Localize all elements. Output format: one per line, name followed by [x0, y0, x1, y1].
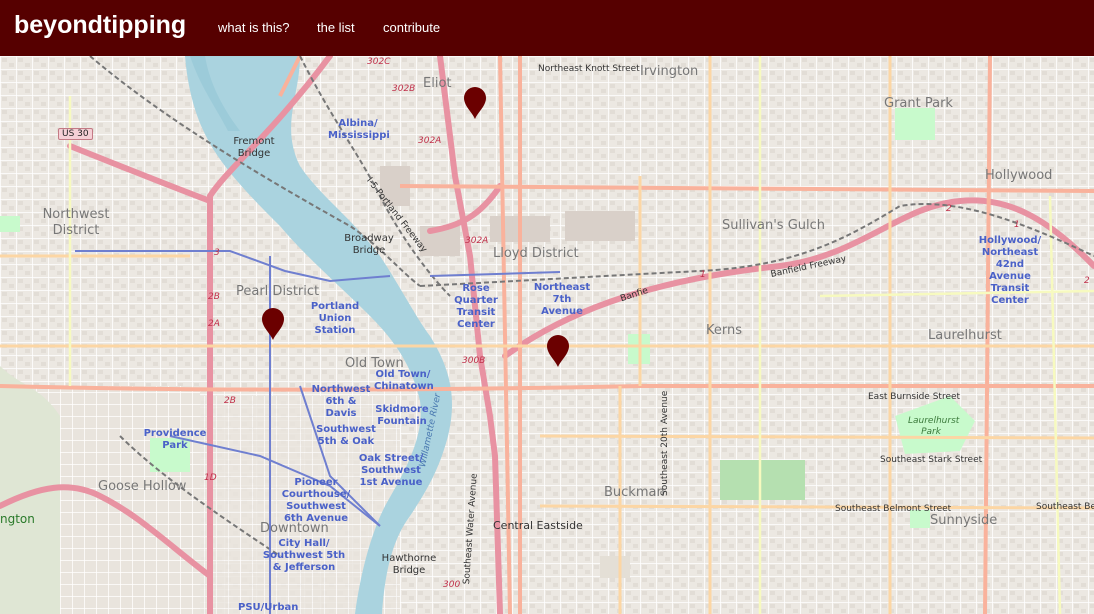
transit-label: Rose Quarter Transit Center [454, 283, 498, 330]
route-number: 2B [224, 396, 236, 406]
place-label: Central Eastside [493, 519, 583, 532]
transit-label: Portland Union Station [310, 301, 360, 336]
street-label: East Burnside Street [868, 392, 961, 402]
place-label: Irvington [640, 64, 699, 79]
route-number: 1D [204, 473, 217, 483]
nav-what-is-this[interactable]: what is this? [218, 20, 290, 35]
route-number: 300B [462, 356, 486, 366]
route-shield: US 30 [58, 128, 93, 140]
nav-contribute[interactable]: contribute [383, 20, 440, 35]
route-number: 302C [367, 57, 391, 67]
nav-the-list[interactable]: the list [317, 20, 355, 35]
place-label: Lloyd District [493, 246, 579, 261]
route-number: 302B [392, 84, 416, 94]
route-number: 3 [214, 248, 220, 258]
transit-label: Old Town/ Chinatown [374, 369, 434, 392]
place-label: Goose Hollow [98, 479, 187, 494]
marker-pin-icon [262, 308, 284, 340]
route-number: 300 [443, 580, 461, 590]
transit-label: Hollywood/ Northeast 42nd Avenue Transit… [978, 235, 1042, 306]
street-label: Southeast 20th Avenue [660, 390, 670, 496]
transit-label: Northwest 6th & Davis [311, 384, 371, 419]
marker-pin-icon [547, 335, 569, 367]
navbar: beyondtipping what is this? the list con… [0, 0, 1094, 56]
park-label: Laurelhurst Park [908, 416, 960, 437]
transit-label: Northeast 7th Avenue [533, 282, 591, 317]
transit-label: Skidmore Fountain [375, 404, 429, 427]
transit-label: Pioneer Courthouse/ Southwest 6th Avenue [281, 477, 351, 524]
marker-pin-icon [464, 87, 486, 119]
route-number: 2B [208, 292, 220, 302]
route-number: 2 [1084, 276, 1090, 286]
route-number: 2A [208, 319, 220, 329]
place-label: Eliot [423, 76, 452, 91]
place-label: Laurelhurst [928, 328, 1002, 343]
transit-label: Providence Park [143, 428, 207, 451]
bridge-label: Fremont Bridge [233, 136, 275, 159]
route-number: 1 [1014, 220, 1020, 230]
map-view[interactable]: Irvington Grant Park Eliot Hollywood Nor… [0, 56, 1094, 614]
route-number: 2 [946, 204, 952, 214]
place-label: Sunnyside [930, 513, 998, 528]
place-label: Grant Park [884, 96, 953, 111]
transit-label: PSU/Urban [238, 602, 299, 613]
street-label: Southeast Belmont Street [835, 504, 952, 514]
transit-label: City Hall/ Southwest 5th & Jefferson [262, 538, 346, 573]
place-label: Buckman [604, 485, 665, 500]
street-label: Northeast Knott Street [538, 64, 640, 74]
map-marker-pearl[interactable] [261, 307, 285, 341]
transit-label: Southwest 5th & Oak [316, 424, 376, 447]
bridge-label: Hawthorne Bridge [381, 553, 437, 576]
route-number: 302A [418, 136, 442, 146]
transit-label: Albina/ Mississippi [328, 118, 390, 141]
route-number: 302A [465, 236, 489, 246]
brand-logo[interactable]: beyondtipping [14, 11, 186, 40]
edge-label: ngton [0, 512, 35, 526]
place-label: Northwest District [42, 207, 110, 238]
place-label: Hollywood [985, 168, 1053, 183]
place-label: Kerns [706, 323, 743, 338]
place-label: Sullivan's Gulch [722, 218, 826, 233]
bridge-label: Broadway Bridge [344, 233, 394, 256]
route-number: 1 [700, 270, 706, 280]
place-label: Pearl District [236, 284, 320, 299]
map-marker-eliot[interactable] [463, 86, 487, 120]
street-label: Southeast Stark Street [880, 455, 983, 465]
transit-label: Oak Street/ Southwest 1st Avenue [358, 453, 424, 488]
street-label: Southeast Belm [1036, 502, 1094, 512]
map-marker-kerns[interactable] [546, 334, 570, 368]
